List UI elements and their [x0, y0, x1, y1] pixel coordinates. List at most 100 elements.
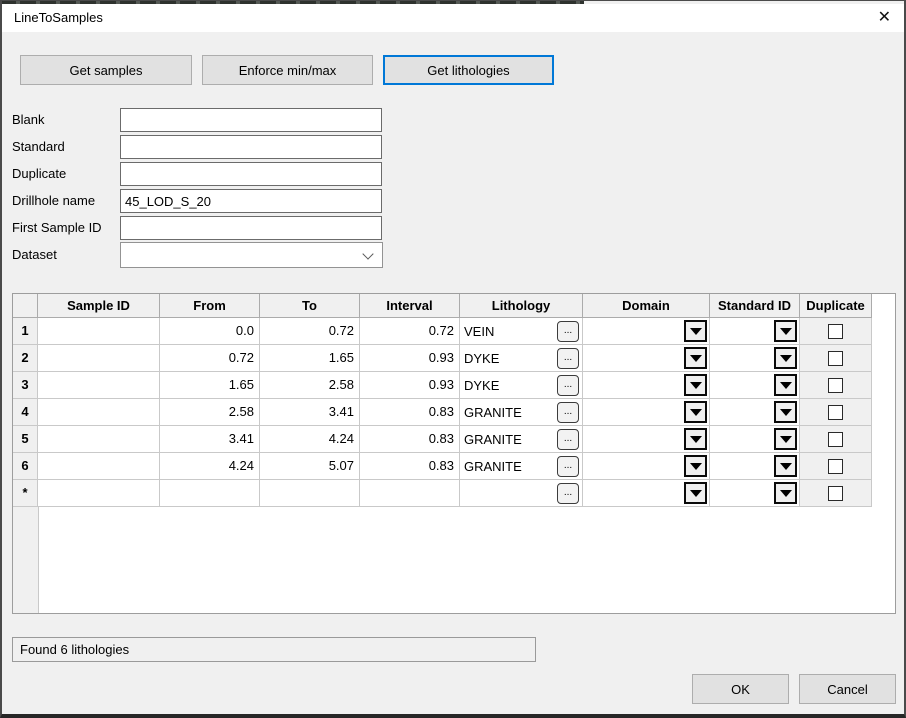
duplicate-checkbox[interactable] — [828, 405, 843, 420]
standard-id-dropdown-button[interactable] — [774, 347, 797, 369]
row-header[interactable]: 2 — [13, 345, 38, 372]
cell-from[interactable]: 1.65 — [160, 372, 260, 399]
dataset-combobox[interactable] — [120, 242, 383, 268]
cell-from[interactable] — [160, 480, 260, 507]
duplicate-checkbox[interactable] — [828, 378, 843, 393]
cell-from[interactable]: 4.24 — [160, 453, 260, 480]
column-header-from[interactable]: From — [160, 294, 260, 318]
drillhole-name-input[interactable] — [120, 189, 382, 213]
cell-from[interactable]: 0.0 — [160, 318, 260, 345]
cell-duplicate[interactable] — [800, 372, 872, 399]
cell-to[interactable]: 4.24 — [260, 426, 360, 453]
cell-duplicate[interactable] — [800, 453, 872, 480]
cell-sample-id[interactable] — [38, 453, 160, 480]
standard-id-dropdown-button[interactable] — [774, 401, 797, 423]
column-header-standard-id[interactable]: Standard ID — [710, 294, 800, 318]
cell-interval[interactable]: 0.93 — [360, 372, 460, 399]
cell-lithology[interactable]: GRANITE ... — [460, 399, 583, 426]
duplicate-checkbox[interactable] — [828, 324, 843, 339]
cell-duplicate[interactable] — [800, 426, 872, 453]
standard-id-dropdown-button[interactable] — [774, 482, 797, 504]
cell-standard-id[interactable] — [710, 480, 800, 507]
cell-to[interactable]: 3.41 — [260, 399, 360, 426]
cell-domain[interactable] — [583, 480, 710, 507]
cell-standard-id[interactable] — [710, 399, 800, 426]
domain-dropdown-button[interactable] — [684, 482, 707, 504]
cell-domain[interactable] — [583, 399, 710, 426]
row-header[interactable]: * — [13, 480, 38, 507]
cell-interval[interactable]: 0.72 — [360, 318, 460, 345]
get-lithologies-button[interactable]: Get lithologies — [383, 55, 554, 85]
cell-domain[interactable] — [583, 345, 710, 372]
cell-sample-id[interactable] — [38, 318, 160, 345]
cell-sample-id[interactable] — [38, 399, 160, 426]
standard-id-dropdown-button[interactable] — [774, 455, 797, 477]
cell-standard-id[interactable] — [710, 453, 800, 480]
cell-to[interactable]: 5.07 — [260, 453, 360, 480]
cell-sample-id[interactable] — [38, 480, 160, 507]
cell-duplicate[interactable] — [800, 318, 872, 345]
standard-input[interactable] — [120, 135, 382, 159]
lithology-browse-button[interactable]: ... — [557, 429, 579, 450]
cell-standard-id[interactable] — [710, 345, 800, 372]
row-header[interactable]: 4 — [13, 399, 38, 426]
duplicate-checkbox[interactable] — [828, 459, 843, 474]
lithology-browse-button[interactable]: ... — [557, 456, 579, 477]
cell-domain[interactable] — [583, 372, 710, 399]
cell-standard-id[interactable] — [710, 372, 800, 399]
row-header[interactable]: 3 — [13, 372, 38, 399]
domain-dropdown-button[interactable] — [684, 401, 707, 423]
lithology-browse-button[interactable]: ... — [557, 375, 579, 396]
cell-to[interactable]: 0.72 — [260, 318, 360, 345]
cell-from[interactable]: 2.58 — [160, 399, 260, 426]
domain-dropdown-button[interactable] — [684, 455, 707, 477]
column-header-interval[interactable]: Interval — [360, 294, 460, 318]
column-header-duplicate[interactable]: Duplicate — [800, 294, 872, 318]
lithology-browse-button[interactable]: ... — [557, 348, 579, 369]
cell-from[interactable]: 0.72 — [160, 345, 260, 372]
duplicate-input[interactable] — [120, 162, 382, 186]
standard-id-dropdown-button[interactable] — [774, 320, 797, 342]
cell-sample-id[interactable] — [38, 372, 160, 399]
cell-duplicate[interactable] — [800, 345, 872, 372]
duplicate-checkbox[interactable] — [828, 351, 843, 366]
cell-standard-id[interactable] — [710, 426, 800, 453]
domain-dropdown-button[interactable] — [684, 320, 707, 342]
cancel-button[interactable]: Cancel — [799, 674, 896, 704]
cell-sample-id[interactable] — [38, 345, 160, 372]
cell-interval[interactable] — [360, 480, 460, 507]
cell-to[interactable]: 1.65 — [260, 345, 360, 372]
cell-lithology[interactable]: VEIN ... — [460, 318, 583, 345]
column-header-sample-id[interactable]: Sample ID — [38, 294, 160, 318]
cell-duplicate[interactable] — [800, 480, 872, 507]
column-header-lithology[interactable]: Lithology — [460, 294, 583, 318]
cell-lithology[interactable]: ... — [460, 480, 583, 507]
cell-lithology[interactable]: DYKE ... — [460, 372, 583, 399]
standard-id-dropdown-button[interactable] — [774, 374, 797, 396]
blank-input[interactable] — [120, 108, 382, 132]
lithology-browse-button[interactable]: ... — [557, 402, 579, 423]
duplicate-checkbox[interactable] — [828, 432, 843, 447]
cell-domain[interactable] — [583, 318, 710, 345]
cell-interval[interactable]: 0.83 — [360, 399, 460, 426]
cell-lithology[interactable]: GRANITE ... — [460, 426, 583, 453]
first-sample-id-input[interactable] — [120, 216, 382, 240]
domain-dropdown-button[interactable] — [684, 374, 707, 396]
row-header[interactable]: 6 — [13, 453, 38, 480]
standard-id-dropdown-button[interactable] — [774, 428, 797, 450]
corner-header-cell[interactable] — [13, 294, 38, 318]
close-icon[interactable]: ✕ — [878, 8, 891, 28]
cell-domain[interactable] — [583, 453, 710, 480]
domain-dropdown-button[interactable] — [684, 347, 707, 369]
lithology-browse-button[interactable]: ... — [557, 321, 579, 342]
cell-lithology[interactable]: GRANITE ... — [460, 453, 583, 480]
column-header-to[interactable]: To — [260, 294, 360, 318]
row-header[interactable]: 5 — [13, 426, 38, 453]
cell-domain[interactable] — [583, 426, 710, 453]
domain-dropdown-button[interactable] — [684, 428, 707, 450]
row-header[interactable]: 1 — [13, 318, 38, 345]
cell-to[interactable]: 2.58 — [260, 372, 360, 399]
cell-interval[interactable]: 0.93 — [360, 345, 460, 372]
cell-sample-id[interactable] — [38, 426, 160, 453]
cell-interval[interactable]: 0.83 — [360, 426, 460, 453]
